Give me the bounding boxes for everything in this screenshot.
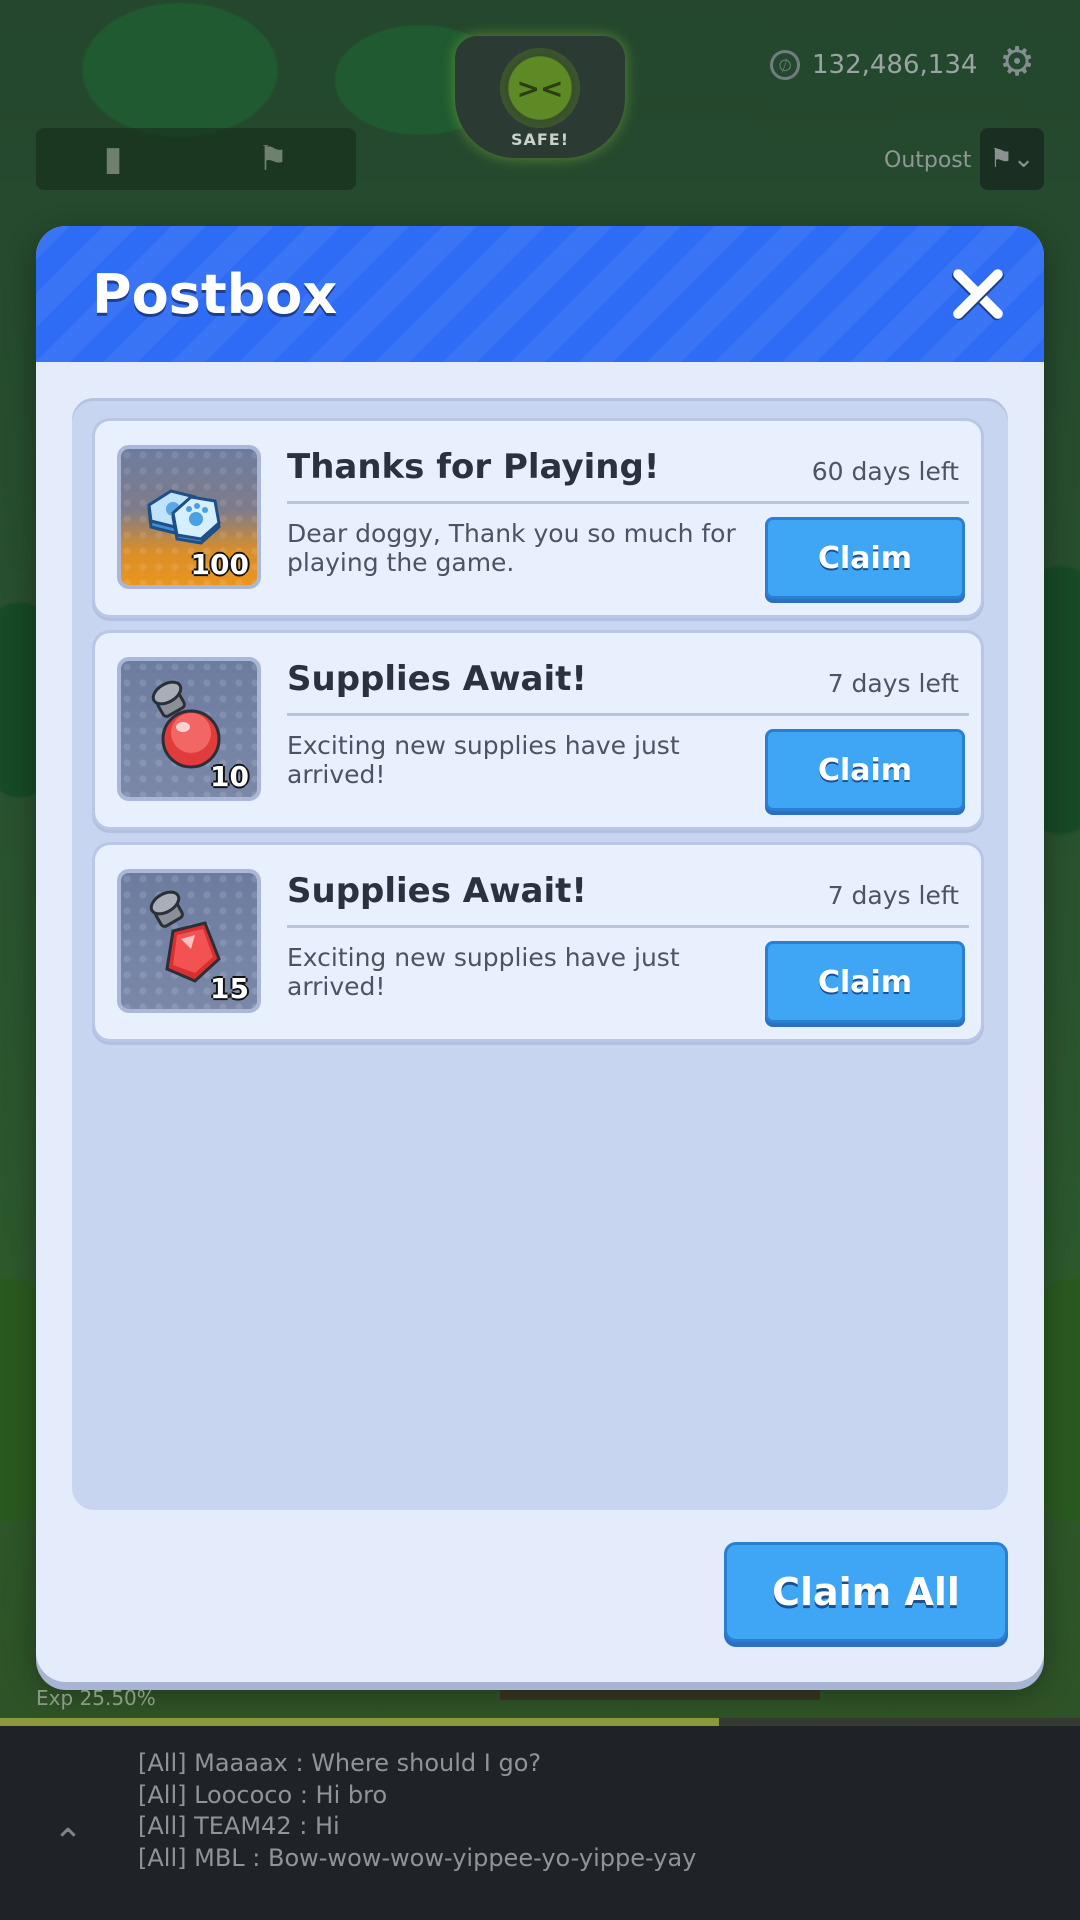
chevron-up-icon[interactable]: ⌃ (44, 1822, 92, 1863)
safe-label: SAFE! (510, 130, 570, 149)
divider (287, 925, 969, 928)
chat-message: [All] Loococo : Hi bro (138, 1780, 388, 1809)
divider (287, 713, 969, 716)
list-item: 100 Thanks for Playing! 60 days left Dea… (92, 418, 984, 618)
mail-body: Dear doggy, Thank you so much for playin… (287, 519, 736, 577)
chat-panel[interactable]: ⌃ [All] Maaaax : Where should I go? [All… (0, 1726, 1080, 1920)
safe-status-badge: >< SAFE! (455, 36, 625, 158)
outpost-label: Outpost (884, 148, 972, 173)
map-icon[interactable]: ▮ (104, 139, 123, 179)
chat-message: [All] Maaaax : Where should I go? (138, 1749, 542, 1777)
claim-button[interactable]: Claim (765, 517, 965, 599)
gear-icon[interactable]: ⚙ (995, 40, 1039, 84)
modal-header: Postbox (36, 226, 1044, 362)
outpost-map-icon: ⚑⌄ (989, 144, 1035, 174)
currency-value: 132,486,134 (812, 50, 978, 80)
mail-title: Thanks for Playing! (287, 447, 660, 487)
days-left: 60 days left (811, 457, 959, 486)
item-count: 100 (190, 548, 249, 581)
claim-button[interactable]: Claim (765, 729, 965, 811)
coin-icon: ∅ (765, 45, 805, 85)
mail-list[interactable]: 100 Thanks for Playing! 60 days left Dea… (72, 398, 1008, 1510)
smiley-face-icon: >< (500, 48, 580, 128)
days-left: 7 days left (827, 881, 959, 910)
days-left: 7 days left (827, 669, 959, 698)
exp-bar-fill (0, 1718, 720, 1726)
outpost-button[interactable]: ⚑⌄ (980, 128, 1044, 190)
chat-message: [All] MBL : Bow-wow-wow-yippee-yo-yippe-… (138, 1843, 697, 1872)
mail-body: Exciting new supplies have just arrived! (287, 731, 680, 789)
exp-label: Exp 25.50% (36, 1686, 156, 1710)
divider (287, 501, 969, 504)
flag-icon[interactable]: ⚑ (258, 139, 288, 179)
claim-all-button[interactable]: Claim All (724, 1542, 1008, 1642)
reward-slot: 10 (117, 657, 261, 801)
hud-quick-panel: ▮ ⚑ (36, 128, 356, 190)
close-icon[interactable] (950, 266, 1006, 322)
mail-title: Supplies Await! (287, 659, 587, 699)
postbox-modal: Postbox 100 Thanks for Playing! 60 days … (36, 226, 1044, 1682)
list-item: 15 Supplies Await! 7 days left Exciting … (92, 842, 984, 1042)
mail-body: Exciting new supplies have just arrived! (287, 943, 680, 1001)
item-count: 15 (210, 972, 249, 1005)
reward-slot: 15 (117, 869, 261, 1013)
list-item: 10 Supplies Await! 7 days left Exciting … (92, 630, 984, 830)
currency-display: ∅ 132,486,134 (765, 42, 978, 88)
reward-slot: 100 (117, 445, 261, 589)
modal-title: Postbox (92, 262, 338, 326)
chat-lines: [All] Maaaax : Where should I go? [All] … (138, 1748, 696, 1874)
exp-bar (0, 1718, 1080, 1726)
chat-message: [All] TEAM42 : Hi (138, 1812, 340, 1840)
claim-button[interactable]: Claim (765, 941, 965, 1023)
mail-title: Supplies Await! (287, 871, 587, 911)
item-count: 10 (210, 760, 249, 793)
